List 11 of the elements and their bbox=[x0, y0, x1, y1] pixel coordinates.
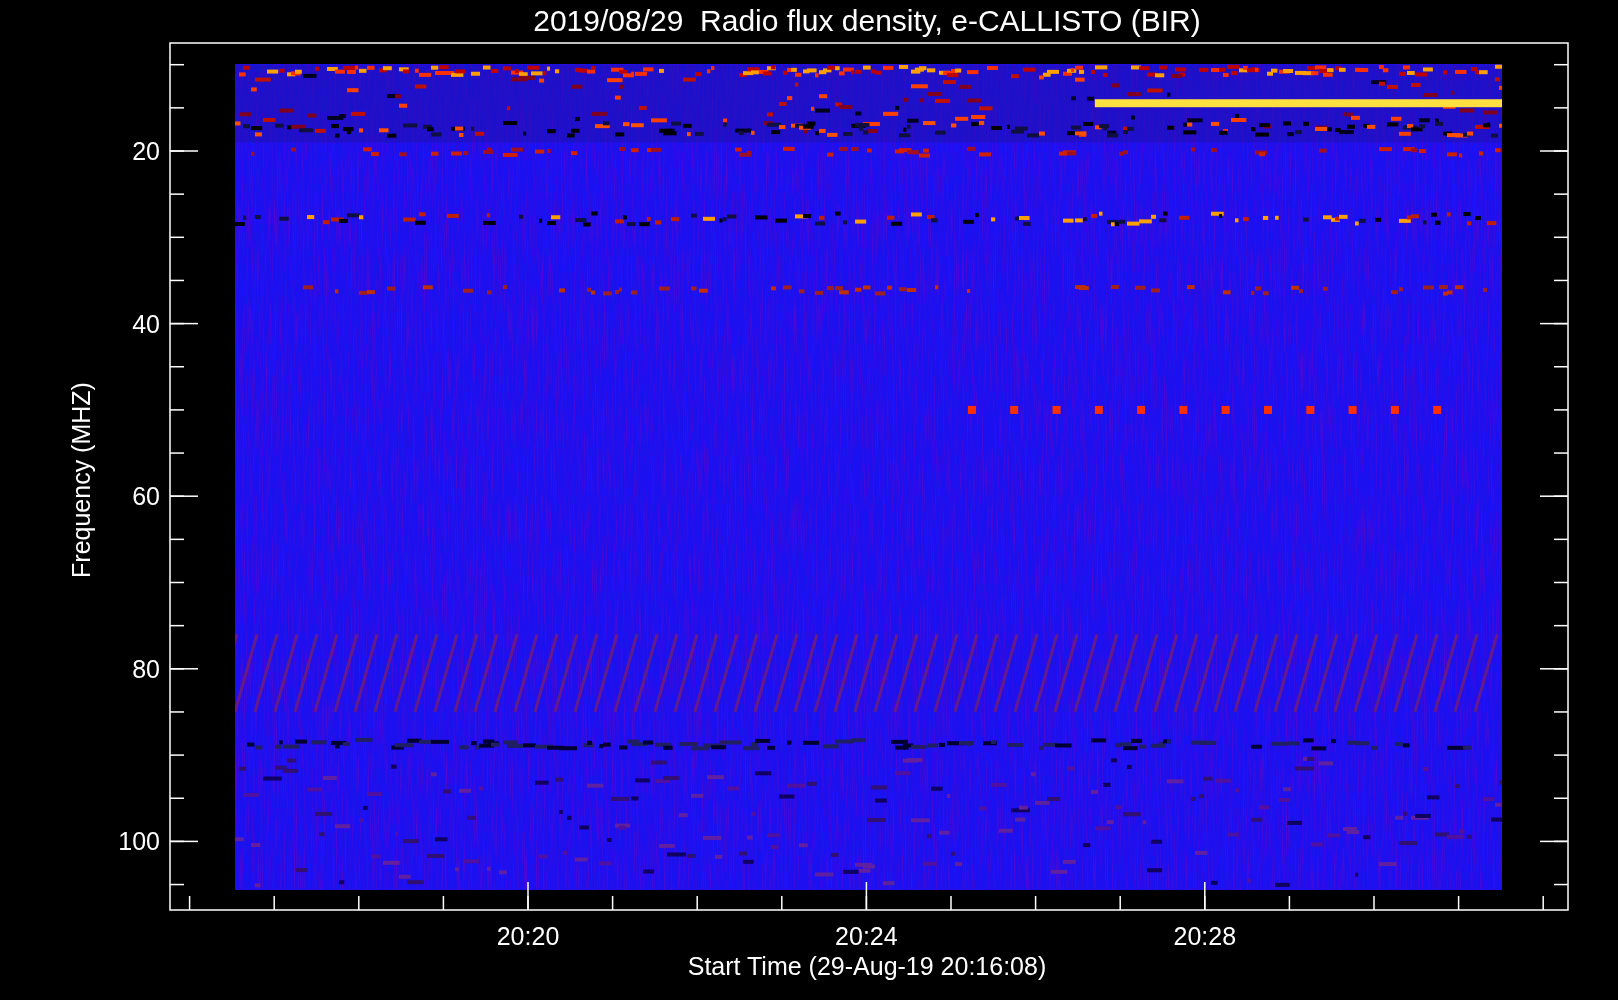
y-tick-label: 60 bbox=[132, 482, 160, 511]
y-tick-label: 80 bbox=[132, 654, 160, 683]
x-axis-label: Start Time (29-Aug-19 20:16:08) bbox=[687, 952, 1047, 980]
x-tick-label: 20:28 bbox=[1173, 922, 1237, 950]
y-axis-label: Frequency (MHZ) bbox=[67, 382, 95, 578]
y-tick-label: 100 bbox=[118, 827, 160, 856]
y-tick-label: 20 bbox=[132, 137, 160, 165]
x-tick-label: 20:20 bbox=[496, 922, 560, 950]
y-tick-label: 40 bbox=[132, 309, 160, 338]
plot-title: 2019/08/29 Radio flux density, e-CALLISTO (BIR) bbox=[533, 4, 1201, 37]
x-tick-label: 20:24 bbox=[835, 922, 898, 950]
